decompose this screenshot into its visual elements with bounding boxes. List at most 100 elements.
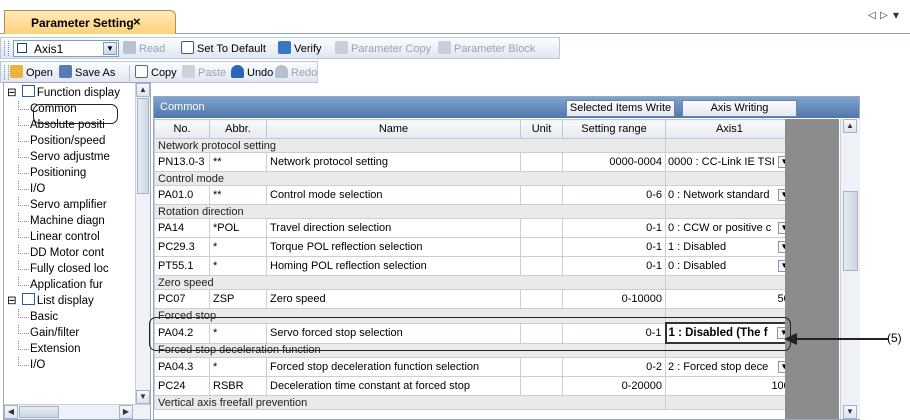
tree-item[interactable]: Gain/filter xyxy=(4,325,138,341)
save-icon xyxy=(59,65,72,78)
table-row[interactable]: PA01.0 ** Control mode selection 0-6 0 : Net… xyxy=(154,185,794,205)
tree-item[interactable]: I/O xyxy=(4,181,138,197)
parameter-copy-button[interactable]: Parameter Copy xyxy=(335,41,431,57)
tab-close-icon[interactable]: × xyxy=(133,14,141,29)
axis1-value-cell[interactable]: 100 xyxy=(665,376,794,396)
scroll-down-icon[interactable]: ▼ xyxy=(843,405,857,419)
axis-select[interactable]: Axis1 ▼ xyxy=(13,40,119,57)
table-row[interactable]: PN13.0-3 ** Network protocol setting 0000-0… xyxy=(154,152,794,172)
undo-button[interactable]: Undo xyxy=(231,65,273,81)
table-row[interactable]: PC07 ZSP Zero speed 0-10000 50 xyxy=(154,289,794,309)
tree-item[interactable]: DD Motor cont xyxy=(4,245,138,261)
tree-item[interactable]: Position/speed xyxy=(4,133,138,149)
group-row: Zero speed xyxy=(154,275,794,290)
scroll-thumb[interactable] xyxy=(137,98,149,194)
column-header[interactable]: Abbr. xyxy=(209,119,267,139)
copy-button[interactable]: Copy xyxy=(135,65,177,81)
group-filler xyxy=(665,204,794,219)
column-header[interactable]: Setting range xyxy=(562,119,666,139)
tree-connector xyxy=(18,309,29,318)
table-row[interactable]: PA14 *POL Travel direction selection 0-1 0 :… xyxy=(154,218,794,238)
axis1-value: 1 : Disabled xyxy=(668,241,727,253)
scroll-down-icon[interactable]: ▼ xyxy=(136,390,150,404)
param-unit xyxy=(520,152,563,172)
table-row[interactable]: PC29.3 * Torque POL reflection selection 0-… xyxy=(154,237,794,257)
group-row: Network protocol setting xyxy=(154,138,794,153)
group-filler xyxy=(665,395,794,410)
param-number: PC07 xyxy=(154,289,210,309)
tree-vertical-scrollbar[interactable]: ▲ ▼ xyxy=(135,83,150,404)
tree-item[interactable]: I/O xyxy=(4,357,138,373)
tree-connector xyxy=(18,117,29,126)
tab-list-menu-icon[interactable]: ▾ xyxy=(893,8,899,22)
param-abbr: RSBR xyxy=(209,376,267,396)
scroll-up-icon[interactable]: ▲ xyxy=(136,83,150,97)
table-row[interactable]: PC24 RSBR Deceleration time constant at fo… xyxy=(154,376,794,396)
tree-connector xyxy=(18,149,29,158)
read-button[interactable]: Read xyxy=(123,41,165,57)
scroll-tabs-right-icon[interactable]: ▷ xyxy=(880,10,888,21)
redo-button[interactable]: Redo xyxy=(275,65,317,81)
tab-parameter-setting[interactable]: Parameter Setting × xyxy=(4,10,176,34)
tree-item-label: Position/speed xyxy=(30,135,106,147)
selected-items-write-button[interactable]: Selected Items Write xyxy=(566,100,675,117)
axis1-value-cell[interactable]: 1 : Disabled▼ xyxy=(665,237,794,257)
axis1-value: 2 : Forced stop dece xyxy=(668,361,769,373)
tree-item[interactable]: Servo amplifier xyxy=(4,197,138,213)
scroll-thumb[interactable] xyxy=(843,191,858,271)
param-number: PN13.0-3 xyxy=(154,152,210,172)
table-row[interactable]: PA04.3 * Forced stop deceleration function… xyxy=(154,357,794,377)
tree-item[interactable]: Application fur xyxy=(4,277,138,293)
set-to-default-button[interactable]: Set To Default xyxy=(181,41,266,57)
axis1-value-cell[interactable]: 0 : Network standard▼ xyxy=(665,185,794,205)
file-edit-toolbar: Open Save As Copy Paste Undo Redo xyxy=(0,61,318,83)
scroll-tabs-left-icon[interactable]: ◁ xyxy=(868,10,876,21)
column-header[interactable]: Name xyxy=(266,119,521,139)
open-button[interactable]: Open xyxy=(10,65,53,81)
tree-connector xyxy=(18,229,29,238)
tree-connector xyxy=(18,101,29,110)
scroll-up-icon[interactable]: ▲ xyxy=(843,119,857,133)
tree-item-label: Servo adjustme xyxy=(30,151,110,163)
column-header[interactable]: Unit xyxy=(520,119,563,139)
grid-vertical-scrollbar[interactable]: ▲ ▼ xyxy=(840,119,860,419)
axis1-value-cell[interactable]: 2 : Forced stop dece▼ xyxy=(665,357,794,377)
tree-item[interactable]: Linear control xyxy=(4,229,138,245)
toolbar-grip[interactable] xyxy=(4,41,9,56)
tree-item[interactable]: Positioning xyxy=(4,165,138,181)
table-row[interactable]: PT55.1 * Homing POL reflection selection 0-… xyxy=(154,256,794,276)
axis1-value-cell[interactable]: 0 : Disabled▼ xyxy=(665,256,794,276)
axis1-value-cell[interactable]: 50 xyxy=(665,289,794,309)
axis-writing-button[interactable]: Axis Writing xyxy=(682,100,797,117)
tree-item[interactable]: Servo adjustme xyxy=(4,149,138,165)
tree-node-function-display[interactable]: ⊟ Function display xyxy=(7,85,120,101)
tree-horizontal-scrollbar[interactable]: ◀ ▶ xyxy=(4,404,150,419)
column-header[interactable]: No. xyxy=(154,119,210,139)
tree-item[interactable]: Machine diagn xyxy=(4,213,138,229)
verify-button[interactable]: Verify xyxy=(278,41,322,57)
column-header[interactable]: Axis1 xyxy=(665,119,794,139)
chevron-down-icon[interactable]: ▼ xyxy=(103,42,117,55)
tree-connector xyxy=(18,197,29,206)
scroll-right-icon[interactable]: ▶ xyxy=(119,405,133,419)
toolbar-grip[interactable] xyxy=(4,65,9,80)
save-as-button[interactable]: Save As xyxy=(59,65,115,81)
tree-item-label: Linear control xyxy=(30,231,100,243)
collapse-icon[interactable]: ⊟ xyxy=(7,295,17,307)
tree-item[interactable]: Extension xyxy=(4,341,138,357)
horizontal-scroll-thumb[interactable] xyxy=(19,406,59,418)
tree-node-list-display[interactable]: ⊟ List display xyxy=(7,293,94,309)
paste-button[interactable]: Paste xyxy=(182,65,226,81)
tree-item[interactable]: Fully closed loc xyxy=(4,261,138,277)
parameter-block-button[interactable]: Parameter Block xyxy=(438,41,535,57)
verify-icon xyxy=(278,41,291,54)
param-unit xyxy=(520,357,563,377)
redo-icon xyxy=(275,65,288,78)
scroll-left-icon[interactable]: ◀ xyxy=(4,405,18,419)
tree-item[interactable]: Basic xyxy=(4,309,138,325)
paste-icon xyxy=(182,65,195,78)
axis1-value-cell[interactable]: 0000 : CC-Link IE TSI▼ xyxy=(665,152,794,172)
collapse-icon[interactable]: ⊟ xyxy=(7,87,17,99)
axis1-value-cell[interactable]: 0 : CCW or positive c▼ xyxy=(665,218,794,238)
param-number: PA01.0 xyxy=(154,185,210,205)
